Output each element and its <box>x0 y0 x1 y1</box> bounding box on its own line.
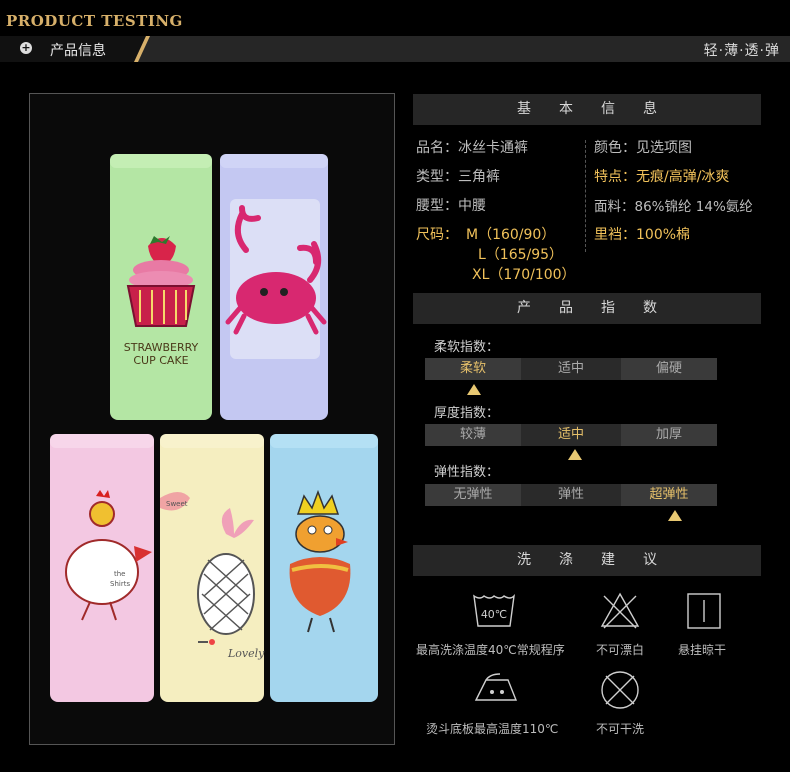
thickness-option-medium: 适中 <box>557 427 584 442</box>
softness-marker-icon <box>467 384 481 395</box>
tube-pineapple: Sweet Lovely <box>160 434 265 702</box>
iron-icon <box>474 673 518 701</box>
wash-40-icon: 40℃ <box>473 594 515 627</box>
tube-crab <box>220 154 328 420</box>
thickness-scale: 较薄 适中 加厚 <box>425 424 717 446</box>
tube-strawberry-cupcake: STRAWBERRY CUP CAKE <box>110 154 212 420</box>
info-size-label: 尺码： <box>416 227 458 243</box>
elasticity-scale: 无弹性 弹性 超弹性 <box>425 484 717 506</box>
care-no-dryclean-label: 不可干洗 <box>596 722 645 736</box>
no-dryclean-icon <box>601 671 639 709</box>
basic-info-heading: 基本信息 <box>413 94 761 125</box>
info-fabric: 面料：86%锦纶 14%氨纶 <box>594 199 753 215</box>
elasticity-option-elastic: 弹性 <box>557 487 584 502</box>
thickness-option-thin: 较薄 <box>425 424 521 446</box>
info-waist: 腰型：中腰 <box>416 198 486 214</box>
product-tubes-illustration: STRAWBERRY CUP CAKE the Shirts Sweet Lov… <box>50 154 378 702</box>
tube1-text-1: STRAWBERRY <box>124 341 199 354</box>
care-heading: 洗涤建议 <box>413 545 761 576</box>
info-divider <box>585 140 586 252</box>
slogan: 轻·薄·透·弹 <box>703 43 780 59</box>
elasticity-label: 弹性指数： <box>434 465 500 480</box>
info-size-m: M（160/90） <box>466 227 556 243</box>
info-features: 特点：无痕/高弹/冰爽 <box>594 169 730 185</box>
elasticity-option-none: 无弹性 <box>425 484 521 506</box>
indices-heading: 产品指数 <box>413 293 761 324</box>
tube3-text-2: Shirts <box>110 580 130 588</box>
tube4-leaf-text: Sweet <box>166 500 188 508</box>
info-lining: 里裆：100%棉 <box>594 227 691 243</box>
info-size-xl: XL（170/100） <box>472 267 576 283</box>
tube3-text-1: the <box>114 570 126 578</box>
softness-scale: 柔软 适中 偏硬 <box>425 358 717 380</box>
care-no-bleach-label: 不可漂白 <box>596 643 645 657</box>
hang-dry-icon <box>687 593 721 629</box>
softness-option-hard: 偏硬 <box>621 358 717 380</box>
thickness-marker-icon <box>568 449 582 460</box>
elasticity-option-super: 超弹性 <box>621 484 717 506</box>
care-hang-dry-label: 悬挂晾干 <box>678 643 727 657</box>
plus-icon: + <box>20 41 32 54</box>
care-iron-label: 烫斗底板最高温度110℃ <box>426 722 559 736</box>
softness-label: 柔软指数： <box>434 340 500 355</box>
info-type: 类型：三角裤 <box>416 169 500 185</box>
info-name: 品名：冰丝卡通裤 <box>416 140 528 156</box>
product-photo: STRAWBERRY CUP CAKE the Shirts Sweet Lov… <box>29 93 395 745</box>
info-color: 颜色：见选项图 <box>594 140 692 156</box>
thickness-option-thick: 加厚 <box>621 424 717 446</box>
section-title: 产品信息 <box>50 43 106 59</box>
care-wash-label: 最高洗涤温度40℃常规程序 <box>416 643 565 657</box>
tube-chick-crown <box>270 434 378 702</box>
no-bleach-icon <box>600 592 640 629</box>
brand-title: PRODUCT TESTING <box>6 12 183 30</box>
tube-chicken: the Shirts <box>50 434 154 702</box>
tube4-text: Lovely <box>227 647 265 660</box>
softness-option-medium: 适中 <box>557 361 584 376</box>
section-bar: + 产品信息 轻·薄·透·弹 <box>0 36 790 62</box>
wash-temp-symbol: 40℃ <box>481 608 507 621</box>
elasticity-marker-icon <box>668 510 682 521</box>
tube1-text-2: CUP CAKE <box>133 354 188 367</box>
thickness-label: 厚度指数： <box>434 406 500 421</box>
info-size-l: L（165/95） <box>478 247 564 263</box>
softness-option-soft: 柔软 <box>425 358 521 380</box>
